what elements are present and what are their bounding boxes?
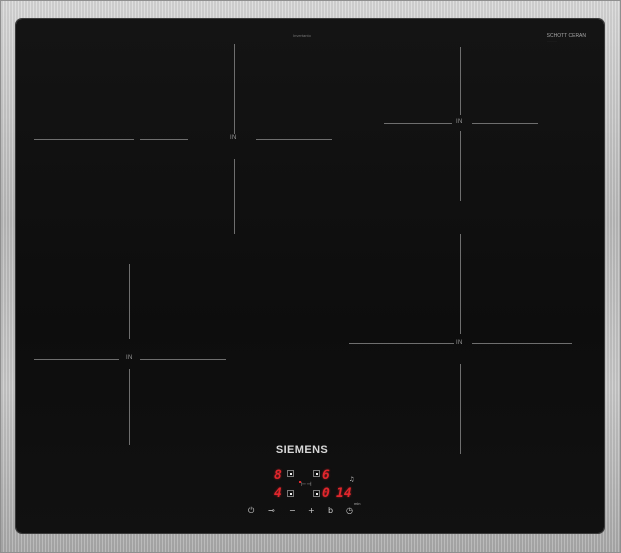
power-icon[interactable]: ⏻ (248, 506, 254, 516)
front-right-selector[interactable] (313, 490, 320, 497)
plus-icon[interactable]: + (308, 506, 315, 515)
zone-label: IN (456, 340, 463, 346)
front-left-selector[interactable] (287, 470, 294, 477)
timer-alarm-icon: ♫ (349, 476, 355, 483)
childlock-icon[interactable]: ⊸ (268, 506, 275, 515)
timer-icon[interactable]: ◷ (346, 506, 353, 515)
minus-icon[interactable]: − (289, 506, 296, 515)
zone-label: IN (456, 119, 463, 125)
zone-label: IN (230, 135, 237, 141)
timer-unit: min (354, 501, 361, 506)
glass-brand-logo: SCHOTT CERAN ·········· (546, 33, 586, 44)
zone-label: IN (126, 355, 133, 361)
back-left-level: 4 (274, 486, 282, 501)
back-left-selector[interactable] (287, 490, 294, 497)
back-right-selector[interactable] (313, 470, 320, 477)
front-left-level: 8 (274, 468, 282, 483)
top-brand-text: Invertanto (293, 33, 311, 38)
flex-zone-icon: ⊢⊣ (301, 481, 312, 488)
siemens-logo: SIEMENS (275, 444, 329, 456)
boost-icon[interactable]: b (328, 506, 333, 515)
ceramic-glass-surface: Invertanto SCHOTT CERAN ·········· IN IN… (16, 19, 604, 533)
timer-digit: 0 (322, 486, 330, 501)
timer-minutes: 14 (336, 486, 352, 501)
back-right-level: 6 (322, 468, 330, 483)
